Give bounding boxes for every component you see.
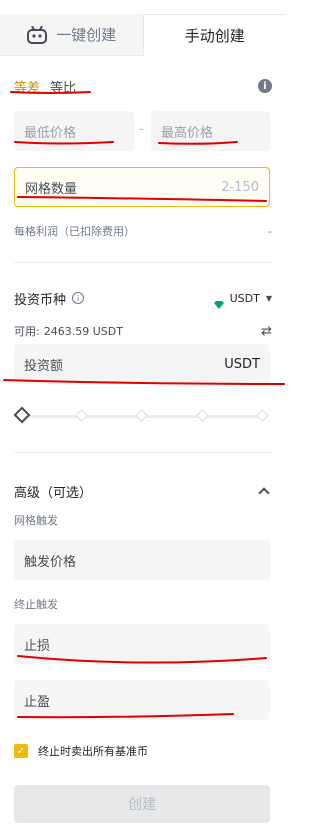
- max-price-placeholder: 最高价格: [161, 125, 214, 141]
- section-divider: [14, 262, 272, 263]
- advanced-header[interactable]: 高级（可选）: [14, 481, 272, 501]
- advanced-title: 高级（可选）: [14, 485, 93, 501]
- investment-currency-row: 投资币种 i USDT ▼: [14, 288, 272, 309]
- available-label: 可用:: [14, 325, 40, 338]
- tab-manual-label: 手动创建: [184, 27, 245, 45]
- profit-per-grid-row: 每格利润（已扣除费用） -: [14, 222, 272, 240]
- investment-amount-unit: USDT: [224, 356, 260, 372]
- grid-quantity-input[interactable]: 网格数量 2-150: [14, 167, 270, 207]
- mode-arithmetic[interactable]: 等差: [14, 77, 40, 96]
- slider-mark-75[interactable]: [196, 409, 209, 422]
- stop-loss-placeholder: 止损: [24, 638, 51, 654]
- investment-percent-slider[interactable]: [13, 406, 270, 424]
- checkbox-checked-icon[interactable]: ✓: [14, 744, 28, 758]
- slider-handle[interactable]: [13, 406, 31, 424]
- investment-currency-label: 投资币种: [14, 292, 67, 308]
- grid-quantity-placeholder: 网格数量: [25, 181, 78, 197]
- chevron-up-icon[interactable]: [258, 487, 270, 499]
- available-value: 2463.59 USDT: [43, 324, 123, 338]
- available-balance-row: 可用: 2463.59 USDT ⇄: [14, 322, 272, 340]
- min-price-input[interactable]: 最低价格: [14, 111, 134, 151]
- grid-quantity-range: 2-150: [221, 179, 259, 195]
- stop-trigger-label: 终止触发: [14, 598, 58, 611]
- create-button-label: 创建: [128, 797, 156, 813]
- max-price-input[interactable]: 最高价格: [151, 111, 270, 151]
- grid-trigger-row: 网格触发: [14, 511, 272, 529]
- currency-select-value: USDT: [229, 291, 260, 305]
- robot-icon: [26, 25, 48, 44]
- tab-manual[interactable]: 手动创建: [142, 14, 286, 56]
- investment-amount-placeholder: 投资额: [24, 358, 64, 374]
- sell-all-label: 终止时卖出所有基准币: [38, 745, 148, 758]
- creation-tabs: 一键创建 手动创建: [0, 14, 286, 56]
- take-profit-input[interactable]: 止盈: [14, 680, 270, 720]
- section-divider: [14, 452, 272, 453]
- grid-trigger-label: 网格触发: [14, 514, 58, 527]
- tab-one-click-label: 一键创建: [56, 26, 117, 44]
- gem-icon: [213, 294, 224, 309]
- grid-mode-row: 等差 等比 i: [14, 76, 272, 96]
- tab-one-click[interactable]: 一键创建: [0, 14, 143, 56]
- slider-mark-25[interactable]: [75, 409, 88, 422]
- trigger-price-input[interactable]: 触发价格: [14, 540, 270, 580]
- currency-select[interactable]: USDT ▼: [213, 291, 272, 309]
- info-icon[interactable]: i: [72, 292, 85, 304]
- caret-down-icon: ▼: [265, 293, 272, 303]
- slider-mark-50[interactable]: [135, 409, 148, 422]
- sell-all-row[interactable]: ✓ 终止时卖出所有基准币: [14, 742, 272, 760]
- trigger-price-placeholder: 触发价格: [24, 554, 77, 570]
- stop-loss-input[interactable]: 止损: [14, 624, 270, 664]
- slider-mark-100[interactable]: [256, 409, 269, 422]
- min-price-placeholder: 最低价格: [24, 125, 77, 141]
- create-button[interactable]: 创建: [14, 785, 270, 823]
- mode-geometric[interactable]: 等比: [50, 77, 76, 96]
- stop-trigger-row: 终止触发: [14, 595, 272, 613]
- info-icon[interactable]: i: [258, 79, 272, 93]
- take-profit-placeholder: 止盈: [24, 694, 51, 710]
- price-separator: -: [139, 122, 144, 137]
- profit-per-grid-value: -: [268, 224, 272, 238]
- transfer-icon[interactable]: ⇄: [261, 324, 272, 339]
- investment-amount-input[interactable]: 投资额 USDT: [14, 344, 270, 384]
- profit-per-grid-label: 每格利润（已扣除费用）: [14, 225, 135, 238]
